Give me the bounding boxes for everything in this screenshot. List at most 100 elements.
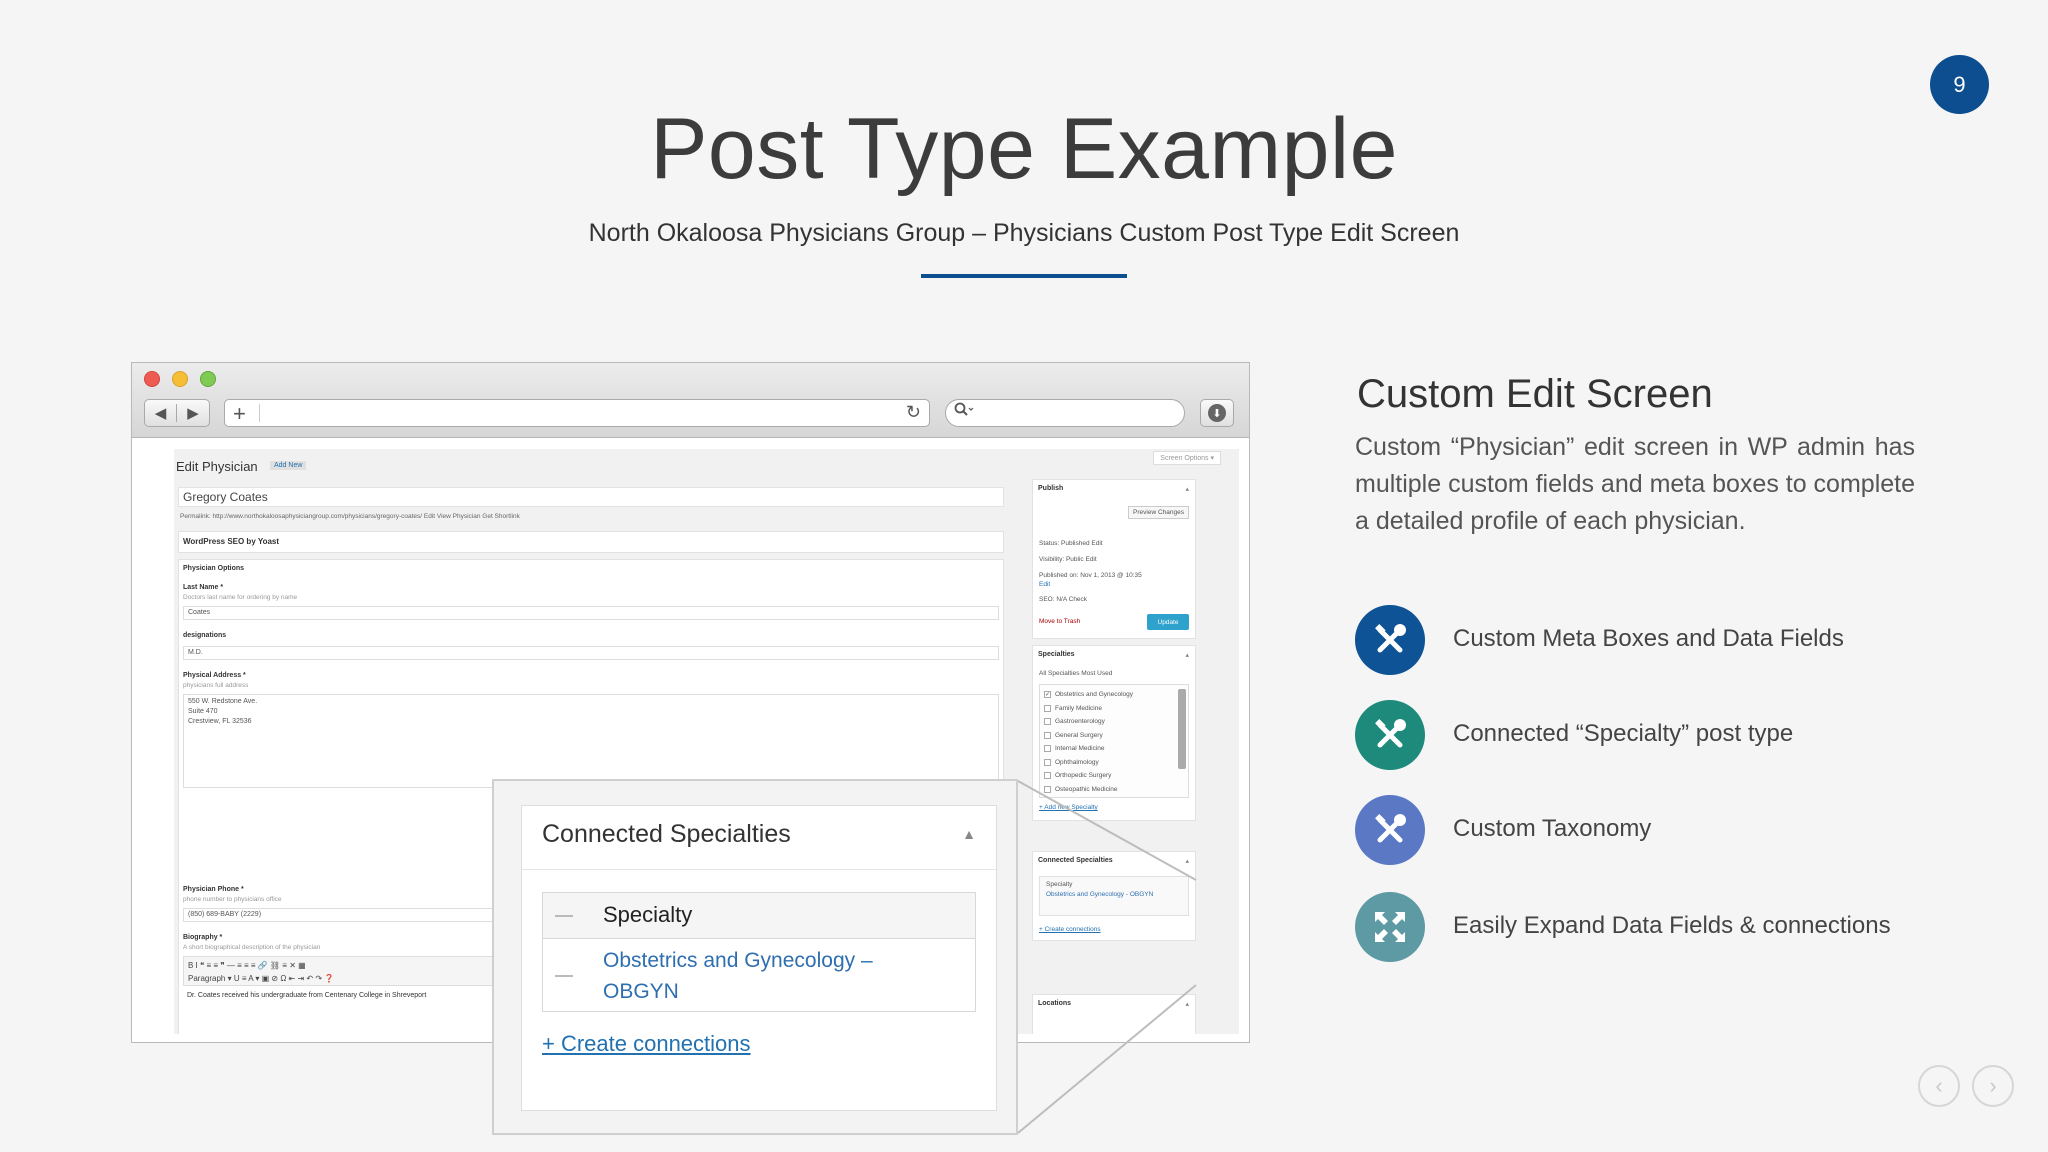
preview-changes-button[interactable]: Preview Changes	[1128, 506, 1189, 519]
collapse-triangle-icon[interactable]: ▲	[962, 826, 976, 842]
wp-screen-options[interactable]: Screen Options ▾	[1153, 451, 1221, 465]
wp-connected-specialties-box: Connected Specialties ▴ Specialty Obstet…	[1032, 851, 1196, 941]
back-arrow-icon[interactable]: ◀	[145, 404, 178, 422]
checkbox-icon[interactable]	[1044, 718, 1051, 726]
last-name-hint: Doctors last name for ordering by name	[183, 594, 298, 601]
collapse-caret-icon[interactable]: ▴	[1185, 651, 1189, 659]
address-textarea[interactable]: 550 W. Redstone Ave. Suite 470 Crestview…	[183, 694, 999, 788]
update-button[interactable]: Update	[1147, 614, 1189, 630]
wp-seo-box[interactable]: WordPress SEO by Yoast	[178, 531, 1004, 553]
collapse-caret-icon[interactable]: ▴	[1185, 857, 1189, 865]
maximize-window-dot[interactable]	[200, 371, 216, 387]
back-forward-buttons: ◀ ▶	[144, 399, 210, 427]
move-to-trash-link[interactable]: Move to Trash	[1039, 618, 1080, 625]
feature-label: Custom Taxonomy	[1453, 815, 1652, 842]
wp-specialties-box: Specialties ▴ All Specialties Most Used …	[1032, 645, 1196, 821]
bio-text[interactable]: Dr. Coates received his undergraduate fr…	[187, 992, 426, 999]
url-bar[interactable]: + ↻	[224, 399, 930, 427]
feature-label: Connected “Specialty” post type	[1453, 720, 1794, 747]
specialty-option-label: Orthopedic Surgery	[1055, 772, 1112, 780]
specialty-option-label: Family Medicine	[1055, 704, 1102, 712]
connected-specialties-table: Specialty Obstetrics and Gynecology - OB…	[1039, 876, 1189, 916]
publish-date-edit[interactable]: Edit	[1039, 581, 1050, 588]
checklist-scrollbar[interactable]	[1178, 689, 1186, 769]
checkbox-icon[interactable]	[1044, 758, 1051, 766]
checkbox-icon[interactable]	[1044, 745, 1051, 753]
feature-item: Custom Meta Boxes and Data Fields	[1355, 605, 1955, 675]
browser-toolbar: ◀ ▶ + ↻ ⬇	[132, 363, 1249, 438]
checkbox-icon[interactable]	[1044, 704, 1051, 712]
tools-icon	[1355, 795, 1425, 865]
collapse-caret-icon[interactable]: ▴	[1185, 485, 1189, 493]
feature-heading: Custom Edit Screen	[1357, 372, 1713, 416]
specialty-option-label: Osteopathic Medicine	[1055, 785, 1118, 793]
specialties-checklist: ✓ Obstetrics and Gynecology Family Medici…	[1039, 684, 1189, 798]
expand-icon	[1355, 892, 1425, 962]
checkbox-checked-icon[interactable]: ✓	[1044, 691, 1051, 699]
phone-hint: phone number to physicians office	[183, 896, 282, 903]
checkbox-icon[interactable]	[1044, 731, 1051, 739]
designations-label: designations	[183, 632, 227, 639]
forward-arrow-icon[interactable]: ▶	[177, 404, 209, 422]
tools-icon	[1355, 700, 1425, 770]
checkbox-icon[interactable]	[1044, 772, 1051, 780]
wp-post-title-input[interactable]: Gregory Coates	[178, 487, 1004, 507]
address-hint: physicians full address	[183, 682, 249, 689]
specialty-option-label: Ophthalmology	[1055, 758, 1099, 766]
wp-add-new-button[interactable]: Add New	[270, 461, 307, 470]
specialty-option[interactable]: Osteopathic Medicine	[1044, 783, 1184, 797]
connected-specialties-title: Connected Specialties	[1038, 857, 1113, 864]
last-name-label: Last Name *	[183, 584, 224, 591]
column-header-specialty: Specialty	[603, 902, 693, 927]
address-line: Suite 470	[188, 708, 218, 715]
divider	[522, 869, 996, 870]
drag-handle-icon[interactable]	[555, 915, 573, 917]
checkbox-icon[interactable]	[1044, 785, 1051, 793]
next-slide-button[interactable]: ›	[1972, 1065, 2014, 1107]
minimize-window-dot[interactable]	[172, 371, 188, 387]
specialty-option-label: General Surgery	[1055, 731, 1103, 739]
publish-visibility: Visibility: Public Edit	[1039, 556, 1097, 563]
table-header: Specialty	[543, 893, 975, 939]
specialty-option[interactable]: Ophthalmology	[1044, 756, 1184, 770]
drag-handle-icon[interactable]	[555, 975, 573, 977]
specialty-option[interactable]: ✓ Obstetrics and Gynecology	[1044, 688, 1184, 702]
publish-status: Status: Published Edit	[1039, 540, 1103, 547]
create-connections-link[interactable]: + Create connections	[542, 1031, 751, 1057]
add-new-specialty-link[interactable]: + Add new Specialty	[1039, 804, 1098, 811]
bio-label: Biography *	[183, 934, 223, 941]
table-header: Specialty	[1046, 881, 1073, 888]
wp-locations-box: Locations ▴	[1032, 994, 1196, 1034]
last-name-input[interactable]: Coates	[183, 606, 999, 620]
specialty-option[interactable]: Internal Medicine	[1044, 742, 1184, 756]
table-row[interactable]: Obstetrics and Gynecology - OBGYN	[1046, 890, 1182, 900]
address-line: Crestview, FL 32536	[188, 718, 252, 725]
create-connections-link[interactable]: + Create connections	[1039, 926, 1101, 933]
specialty-option[interactable]: Family Medicine	[1044, 702, 1184, 716]
specialty-option[interactable]: Orthopedic Surgery	[1044, 769, 1184, 783]
zoom-callout: Connected Specialties ▲ Specialty Obstet…	[492, 779, 1018, 1135]
bio-hint: A short biographical description of the …	[183, 944, 321, 951]
previous-slide-button[interactable]: ‹	[1918, 1065, 1960, 1107]
feature-description: Custom “Physician” edit screen in WP adm…	[1355, 433, 1915, 535]
collapse-caret-icon[interactable]: ▴	[1185, 1000, 1189, 1008]
publish-date: Published on: Nov 1, 2013 @ 10:35	[1039, 572, 1142, 579]
page-subtitle: North Okaloosa Physicians Group – Physic…	[588, 219, 1460, 247]
address-line: 550 W. Redstone Ave.	[188, 698, 258, 705]
close-window-dot[interactable]	[144, 371, 160, 387]
new-tab-plus-icon[interactable]: +	[233, 401, 246, 427]
specialties-tabs[interactable]: All Specialties Most Used	[1039, 670, 1112, 677]
specialty-option-label: Obstetrics and Gynecology	[1055, 691, 1134, 699]
designations-input[interactable]: M.D.	[183, 646, 999, 660]
url-separator	[259, 404, 260, 422]
zoom-panel-title: Connected Specialties	[542, 820, 791, 848]
slide: 9 Post Type Example North Okaloosa Physi…	[0, 0, 2048, 1152]
table-row[interactable]: Obstetrics and Gynecology – OBGYN	[603, 945, 933, 1007]
specialty-option-label: Internal Medicine	[1055, 745, 1105, 753]
specialty-option[interactable]: General Surgery	[1044, 729, 1184, 743]
reload-icon[interactable]: ↻	[906, 402, 921, 423]
specialty-option[interactable]: Gastroenterology	[1044, 715, 1184, 729]
search-icon	[954, 402, 974, 423]
browser-search-bar[interactable]	[945, 399, 1185, 427]
download-button[interactable]: ⬇	[1200, 399, 1234, 427]
